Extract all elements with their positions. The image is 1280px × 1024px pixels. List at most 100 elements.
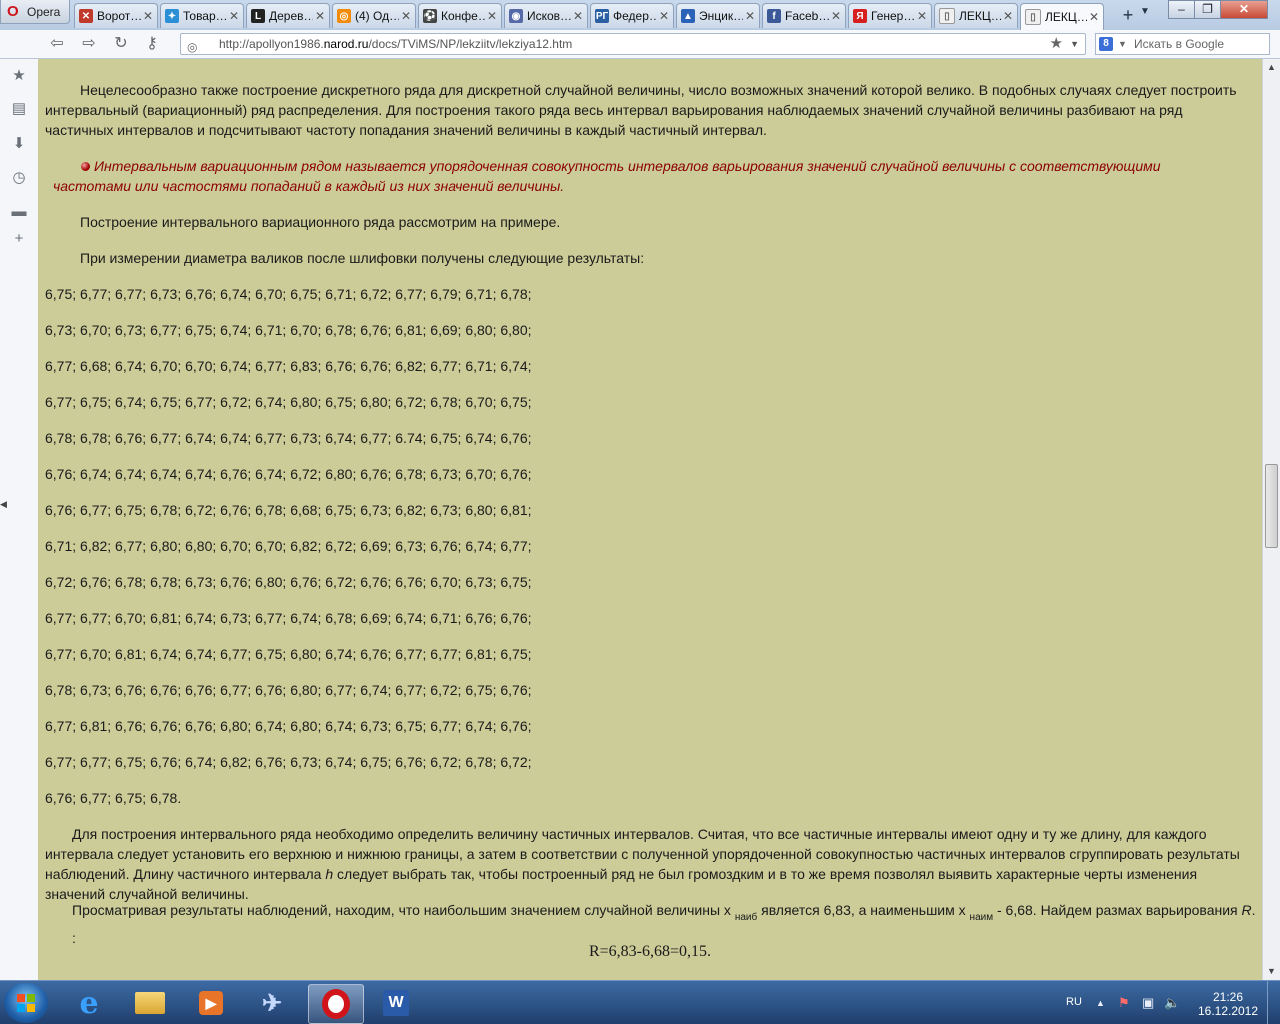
bookmarks-star-icon[interactable]: ★ bbox=[10, 67, 28, 85]
search-field[interactable]: 8 ▼ Искать в Google bbox=[1095, 33, 1270, 55]
tab-title: Товар… bbox=[183, 9, 227, 23]
news-icon: ✕ bbox=[79, 9, 93, 23]
reload-icon[interactable]: ↻ bbox=[111, 34, 131, 54]
opera-taskbar-icon[interactable] bbox=[308, 984, 364, 1024]
yandex-icon: Я bbox=[853, 9, 867, 23]
media-player-icon[interactable]: ▶ bbox=[184, 984, 238, 1022]
tab-title: ЛЕКЦ… bbox=[959, 9, 1001, 23]
tab-12[interactable]: ▯ ЛЕКЦ… ✕ bbox=[1020, 3, 1104, 30]
minimize-button[interactable]: – bbox=[1168, 0, 1195, 19]
restore-button[interactable]: ❐ bbox=[1194, 0, 1221, 19]
close-tab-icon[interactable]: ✕ bbox=[399, 9, 413, 23]
address-bar[interactable]: ◎ http://apollyon1986.narod.ru/docs/TViM… bbox=[180, 33, 1086, 55]
word-icon[interactable]: W bbox=[369, 984, 423, 1022]
internet-explorer-icon[interactable]: e bbox=[62, 984, 116, 1022]
close-tab-icon[interactable]: ✕ bbox=[1001, 9, 1015, 23]
close-tab-icon[interactable]: ✕ bbox=[657, 9, 671, 23]
scroll-up-arrow-icon[interactable]: ▲ bbox=[1267, 62, 1276, 72]
close-tab-icon[interactable]: ✕ bbox=[227, 9, 241, 23]
data-row: 6,72; 6,76; 6,78; 6,78; 6,73; 6,76; 6,80… bbox=[45, 574, 532, 590]
close-tab-icon[interactable]: ✕ bbox=[571, 9, 585, 23]
globe-icon: ◎ bbox=[187, 40, 198, 54]
close-tab-icon[interactable]: ✕ bbox=[829, 9, 843, 23]
close-tab-icon[interactable]: ✕ bbox=[915, 9, 929, 23]
tab-6[interactable]: ◉ Исков… ✕ bbox=[504, 3, 588, 28]
data-row: 6,76; 6,77; 6,75; 6,78. bbox=[45, 790, 182, 806]
paragraph-interval-series: Нецелесообразно также построение дискрет… bbox=[45, 82, 1237, 138]
close-tab-icon[interactable]: ✕ bbox=[141, 9, 155, 23]
file-explorer-icon[interactable] bbox=[123, 984, 177, 1022]
address-dropdown-icon[interactable]: ▼ bbox=[1070, 34, 1079, 54]
network-app-icon[interactable]: ✈ bbox=[245, 984, 299, 1022]
clock-time: 21:26 bbox=[1212, 990, 1244, 1004]
notes-icon[interactable]: ▤ bbox=[10, 100, 28, 118]
google-icon: 8 bbox=[1099, 37, 1113, 51]
system-tray: RU ▲ ⚑ ▣ 🔈 21:26 16.12.2012 bbox=[1060, 981, 1280, 1024]
encyclopedia-icon: ▲ bbox=[681, 9, 695, 23]
tab-title: Исков… bbox=[527, 9, 571, 23]
close-tab-icon[interactable]: ✕ bbox=[1087, 10, 1101, 24]
sidebar-panel: ★ ▤ ⬇ ◷ ▬ + ◀ bbox=[0, 59, 39, 980]
tab-title: Конфе… bbox=[441, 9, 485, 23]
scroll-down-arrow-icon[interactable]: ▼ bbox=[1267, 966, 1276, 976]
shop-icon: ✦ bbox=[165, 9, 179, 23]
close-window-button[interactable]: ✕ bbox=[1220, 0, 1268, 19]
add-panel-icon[interactable]: + bbox=[10, 230, 28, 248]
data-row: 6,77; 6,77; 6,70; 6,81; 6,74; 6,73; 6,77… bbox=[45, 610, 532, 626]
tab-list-dropdown-icon[interactable]: ▼ bbox=[1140, 6, 1154, 24]
tab-10[interactable]: Я Генер… ✕ bbox=[848, 3, 932, 28]
volume-icon[interactable]: 🔈 bbox=[1164, 995, 1180, 1011]
collapse-sidebar-icon[interactable]: ◀ bbox=[0, 499, 7, 510]
close-tab-icon[interactable]: ✕ bbox=[743, 9, 757, 23]
paragraph-range: Просматривая результаты наблюдений, нахо… bbox=[72, 902, 1256, 946]
tab-title: Генер… bbox=[871, 9, 915, 23]
data-row: 6,78; 6,73; 6,76; 6,76; 6,76; 6,77; 6,76… bbox=[45, 682, 532, 698]
data-row: 6,77; 6,70; 6,81; 6,74; 6,74; 6,77; 6,75… bbox=[45, 646, 532, 662]
language-indicator[interactable]: RU bbox=[1066, 996, 1082, 1008]
tab-11[interactable]: ▯ ЛЕКЦ… ✕ bbox=[934, 3, 1018, 28]
data-row: 6,77; 6,68; 6,74; 6,70; 6,70; 6,74; 6,77… bbox=[45, 358, 532, 374]
l-logo-icon: L bbox=[251, 9, 265, 23]
tab-5[interactable]: ⚽ Конфе… ✕ bbox=[418, 3, 502, 28]
opera-menu-label: Opera bbox=[27, 4, 61, 19]
tab-7[interactable]: РГ Федер… ✕ bbox=[590, 3, 674, 28]
tab-4[interactable]: ◎ (4) Од… ✕ bbox=[332, 3, 416, 28]
data-row: 6,76; 6,77; 6,75; 6,78; 6,72; 6,76; 6,78… bbox=[45, 502, 532, 518]
vertical-scrollbar[interactable]: ▲ ▼ bbox=[1262, 59, 1280, 980]
back-arrow-icon[interactable]: ⇦ bbox=[47, 34, 67, 54]
key-icon[interactable]: ⚷ bbox=[142, 34, 162, 54]
tab-1[interactable]: ✕ Ворот… ✕ bbox=[74, 3, 158, 28]
facebook-icon: f bbox=[767, 9, 781, 23]
show-desktop-button[interactable] bbox=[1267, 981, 1280, 1024]
tab-bar: O Opera ✕ Ворот… ✕ ✦ Товар… ✕ L Дерев… ✕ ◎ (4) Од…… bbox=[0, 0, 1280, 30]
downloads-icon[interactable]: ⬇ bbox=[10, 135, 28, 153]
definition-paragraph: Интервальным вариационным рядом называет… bbox=[53, 156, 1233, 196]
opera-logo-icon: O bbox=[7, 2, 19, 20]
start-button[interactable] bbox=[4, 983, 48, 1023]
close-tab-icon[interactable]: ✕ bbox=[313, 9, 327, 23]
definition-text: Интервальным вариационным рядом называет… bbox=[53, 158, 1161, 194]
action-center-flag-icon[interactable]: ⚑ bbox=[1118, 995, 1130, 1011]
new-tab-button[interactable]: + bbox=[1118, 5, 1138, 25]
panels-icon[interactable]: ▬ bbox=[10, 203, 28, 221]
opera-menu-button[interactable]: O Opera bbox=[0, 0, 70, 24]
show-hidden-icons-icon[interactable]: ▲ bbox=[1096, 998, 1105, 1008]
navigation-bar: ⇦ ⇨ ↻ ⚷ ◎ http://apollyon1986.narod.ru/d… bbox=[0, 30, 1280, 59]
tab-3[interactable]: L Дерев… ✕ bbox=[246, 3, 330, 28]
bookmark-star-icon[interactable]: ★ bbox=[1050, 34, 1063, 54]
tab-2[interactable]: ✦ Товар… ✕ bbox=[160, 3, 244, 28]
page-content: Нецелесообразно также построение дискрет… bbox=[38, 59, 1262, 980]
forward-arrow-icon[interactable]: ⇨ bbox=[79, 34, 99, 54]
search-site-icon: ◉ bbox=[509, 9, 523, 23]
tab-9[interactable]: f Faceb… ✕ bbox=[762, 3, 846, 28]
network-icon[interactable]: ▣ bbox=[1142, 995, 1154, 1011]
paragraph-interval-length: Для построения интервального ряда необхо… bbox=[45, 826, 1240, 902]
history-clock-icon[interactable]: ◷ bbox=[10, 169, 28, 187]
search-engine-dropdown-icon[interactable]: ▼ bbox=[1118, 34, 1127, 54]
tab-title: (4) Од… bbox=[355, 9, 399, 23]
tab-8[interactable]: ▲ Энцик… ✕ bbox=[676, 3, 760, 28]
scrollbar-thumb[interactable] bbox=[1265, 464, 1278, 548]
tab-title: Федер… bbox=[613, 9, 657, 23]
clock[interactable]: 21:26 16.12.2012 bbox=[1188, 990, 1268, 1018]
close-tab-icon[interactable]: ✕ bbox=[485, 9, 499, 23]
